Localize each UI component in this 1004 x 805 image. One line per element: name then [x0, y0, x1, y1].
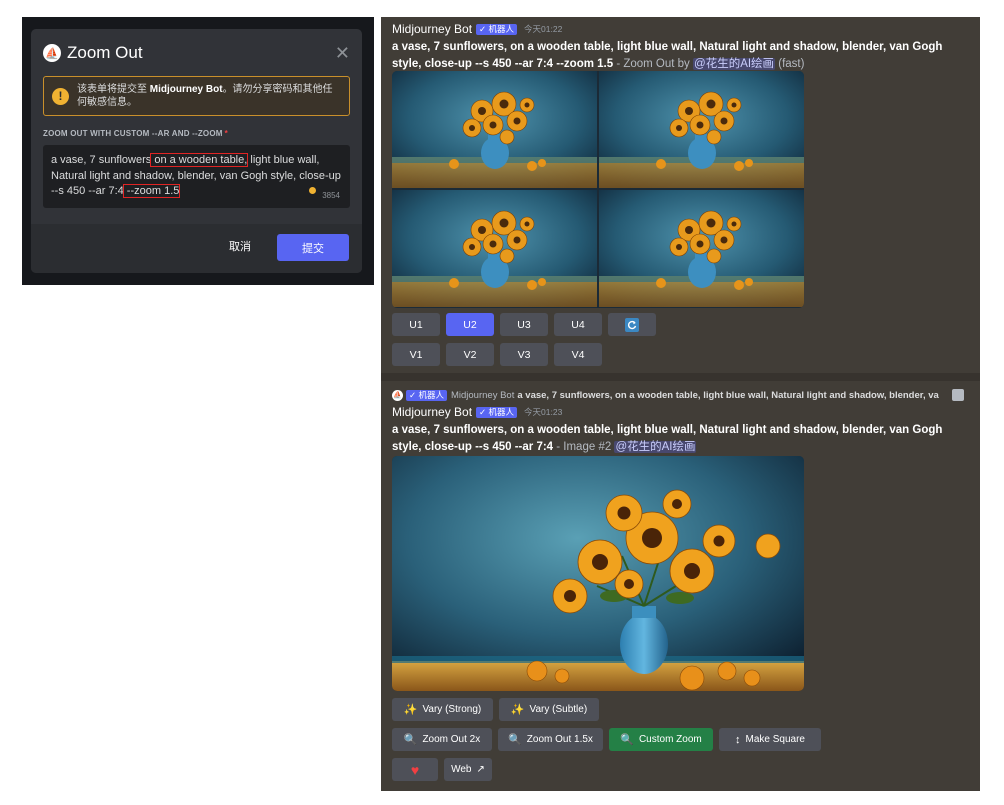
chat-panel: Midjourney Bot ✓ 机器人 今天01:22 a vase, 7 s… [381, 17, 980, 791]
magnifier-icon: 🔍 [508, 734, 522, 746]
bot-badge: ✓ 机器人 [406, 389, 447, 401]
zoom-button-row: 🔍 Zoom Out 2x 🔍 Zoom Out 1.5x 🔍 Custom Zoom… [392, 728, 821, 751]
message-upscaled: Midjourney Bot ✓ 机器人 今天01:23 a vase, 7 s… [392, 405, 972, 456]
u4-button[interactable]: U4 [554, 313, 602, 336]
sunflower-grid-image [392, 71, 804, 308]
image-icon [952, 389, 964, 401]
char-indicator-dot [309, 187, 316, 194]
vary-strong-button[interactable]: ✨ Vary (Strong) [392, 698, 493, 721]
message-header: Midjourney Bot ✓ 机器人 今天01:23 [392, 405, 972, 419]
bot-avatar-icon: ⛵ [392, 389, 403, 401]
modal-header: ⛵ Zoom Out ✕ [43, 41, 350, 65]
user-mention[interactable]: @花生的AI绘画 [693, 58, 776, 70]
magnifier-icon: 🔍 [620, 734, 634, 746]
prompt-textarea[interactable]: a vase, 7 sunflowers on a wooden table, … [43, 145, 350, 208]
vary-button-row: ✨ Vary (Strong) ✨ Vary (Subtle) [392, 698, 599, 721]
sparkle-icon: ✨ [510, 704, 525, 716]
variation-button-row: V1 V2 V3 V4 [392, 343, 602, 366]
u2-button[interactable]: U2 [446, 313, 494, 336]
reply-text: a vase, 7 sunflowers, on a wooden table,… [517, 389, 939, 401]
field-label: ZOOM OUT WITH CUSTOM --AR AND --ZOOM * [43, 129, 228, 138]
modal-footer: 取消 提交 [31, 224, 362, 273]
timestamp: 今天01:23 [524, 407, 563, 417]
u3-button[interactable]: U3 [500, 313, 548, 336]
custom-zoom-button[interactable]: 🔍 Custom Zoom [609, 728, 713, 751]
message-zoom-out: Midjourney Bot ✓ 机器人 今天01:22 a vase, 7 s… [392, 22, 972, 73]
sparkle-icon: ✨ [403, 704, 418, 716]
up-down-arrow-icon: ↕ [735, 733, 741, 746]
warning-icon: ! [52, 87, 69, 105]
submit-button[interactable]: 提交 [277, 234, 349, 261]
highlight-wooden-table: on a wooden table, [150, 153, 249, 167]
make-square-button[interactable]: ↕ Make Square [719, 728, 821, 751]
refresh-button[interactable] [608, 313, 656, 336]
char-count: 3854 [322, 190, 340, 200]
zoom-out-modal: ⛵ Zoom Out ✕ ! 该表单将提交至 Midjourney Bot。请勿… [31, 29, 362, 273]
message-prompt: a vase, 7 sunflowers, on a wooden table,… [392, 41, 943, 70]
modal-title: Zoom Out [67, 43, 143, 62]
web-link-button[interactable]: Web ↗ [444, 758, 492, 781]
magnifier-icon: 🔍 [403, 734, 418, 746]
vary-subtle-button[interactable]: ✨ Vary (Subtle) [499, 698, 599, 721]
timestamp: 今天01:22 [524, 24, 563, 34]
bot-badge: ✓ 机器人 [476, 406, 518, 418]
sunflower-image [392, 456, 804, 691]
user-mention[interactable]: @花生的AI绘画 [614, 441, 697, 453]
image-grid[interactable] [392, 71, 804, 308]
heart-icon: ♥ [410, 761, 420, 778]
upscaled-image[interactable] [392, 456, 804, 691]
favorite-button[interactable]: ♥ [392, 758, 438, 781]
v3-button[interactable]: V3 [500, 343, 548, 366]
message-header: Midjourney Bot ✓ 机器人 今天01:22 [392, 22, 972, 36]
v4-button[interactable]: V4 [554, 343, 602, 366]
midjourney-logo-icon: ⛵ [43, 44, 61, 62]
highlight-zoom: --zoom 1.5 [122, 184, 181, 198]
zoom-out-1-5x-button[interactable]: 🔍 Zoom Out 1.5x [498, 728, 603, 751]
v2-button[interactable]: V2 [446, 343, 494, 366]
zoom-out-2x-button[interactable]: 🔍 Zoom Out 2x [392, 728, 492, 751]
v1-button[interactable]: V1 [392, 343, 440, 366]
external-link-icon: ↗ [476, 764, 485, 775]
close-icon[interactable]: ✕ [335, 43, 350, 64]
author-name[interactable]: Midjourney Bot [392, 405, 472, 419]
warning-text: 该表单将提交至 Midjourney Bot。请勿分享密码和其他任何敏感信息。 [77, 84, 333, 108]
reply-author: Midjourney Bot [450, 389, 515, 401]
refresh-icon [625, 317, 639, 332]
message-divider [381, 373, 980, 381]
bot-badge: ✓ 机器人 [476, 23, 518, 35]
u1-button[interactable]: U1 [392, 313, 440, 336]
warning-banner: ! 该表单将提交至 Midjourney Bot。请勿分享密码和其他任何敏感信息… [43, 76, 350, 116]
misc-button-row: ♥ Web ↗ [392, 758, 492, 781]
upscale-button-row: U1 U2 U3 U4 [392, 313, 656, 336]
message-prompt: a vase, 7 sunflowers, on a wooden table,… [392, 424, 943, 453]
reply-reference[interactable]: ⛵ ✓ 机器人 Midjourney Bot a vase, 7 sunflow… [392, 388, 972, 402]
cancel-button[interactable]: 取消 [229, 238, 251, 254]
author-name[interactable]: Midjourney Bot [392, 22, 472, 36]
prompt-text: a vase, 7 sunflowers [51, 154, 152, 166]
